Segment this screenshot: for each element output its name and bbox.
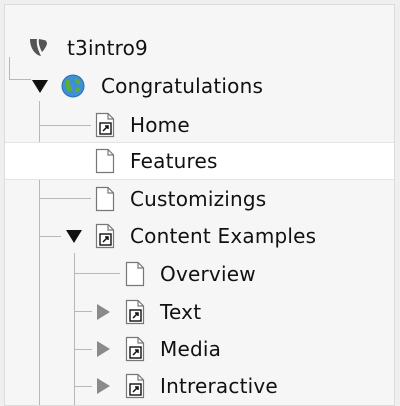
page-shortcut-icon <box>125 336 145 362</box>
expand-toggle-icon[interactable] <box>65 227 83 245</box>
tree-node-label: Media <box>160 337 222 361</box>
typo3-logo-icon <box>30 39 47 56</box>
tree-node-label: Customizings <box>130 187 267 211</box>
tree-node-label: Features <box>130 149 218 173</box>
page-icon <box>95 148 115 174</box>
globe-icon <box>61 74 85 98</box>
collapse-toggle-icon[interactable] <box>94 303 112 321</box>
tree-node-label: Text <box>160 300 202 324</box>
tree-node-congratulations[interactable]: Congratulations <box>5 67 394 105</box>
tree-root-label: t3intro9 <box>67 36 148 60</box>
expand-toggle-icon[interactable] <box>31 77 49 95</box>
tree-node-label: Intreractive <box>160 374 278 398</box>
tree-node-home[interactable]: Home <box>5 106 394 144</box>
tree-node-customizings[interactable]: Customizings <box>5 180 394 218</box>
page-shortcut-icon <box>95 112 115 138</box>
tree-node-media[interactable]: Media <box>5 330 394 368</box>
tree-node-label: Content Examples <box>130 224 317 248</box>
tree-node-label: Congratulations <box>101 74 264 98</box>
tree-node-text[interactable]: Text <box>5 293 394 331</box>
page-shortcut-icon <box>125 299 145 325</box>
tree-node-overview[interactable]: Overview <box>5 255 394 293</box>
page-shortcut-icon <box>95 223 115 249</box>
page-icon <box>95 186 115 212</box>
tree-node-label: Home <box>130 113 190 137</box>
tree-node-content-examples[interactable]: Content Examples <box>5 217 394 255</box>
tree-root[interactable]: t3intro9 <box>5 29 394 67</box>
page-tree-panel: t3intro9 Congratulations Home Features C… <box>4 4 395 406</box>
tree-node-intreractive[interactable]: Intreractive <box>5 367 394 405</box>
page-icon <box>125 261 145 287</box>
page-shortcut-icon <box>125 373 145 399</box>
collapse-toggle-icon[interactable] <box>94 340 112 358</box>
tree-node-features[interactable]: Features <box>5 142 394 180</box>
tree-node-label: Overview <box>160 262 256 286</box>
collapse-toggle-icon[interactable] <box>94 377 112 395</box>
